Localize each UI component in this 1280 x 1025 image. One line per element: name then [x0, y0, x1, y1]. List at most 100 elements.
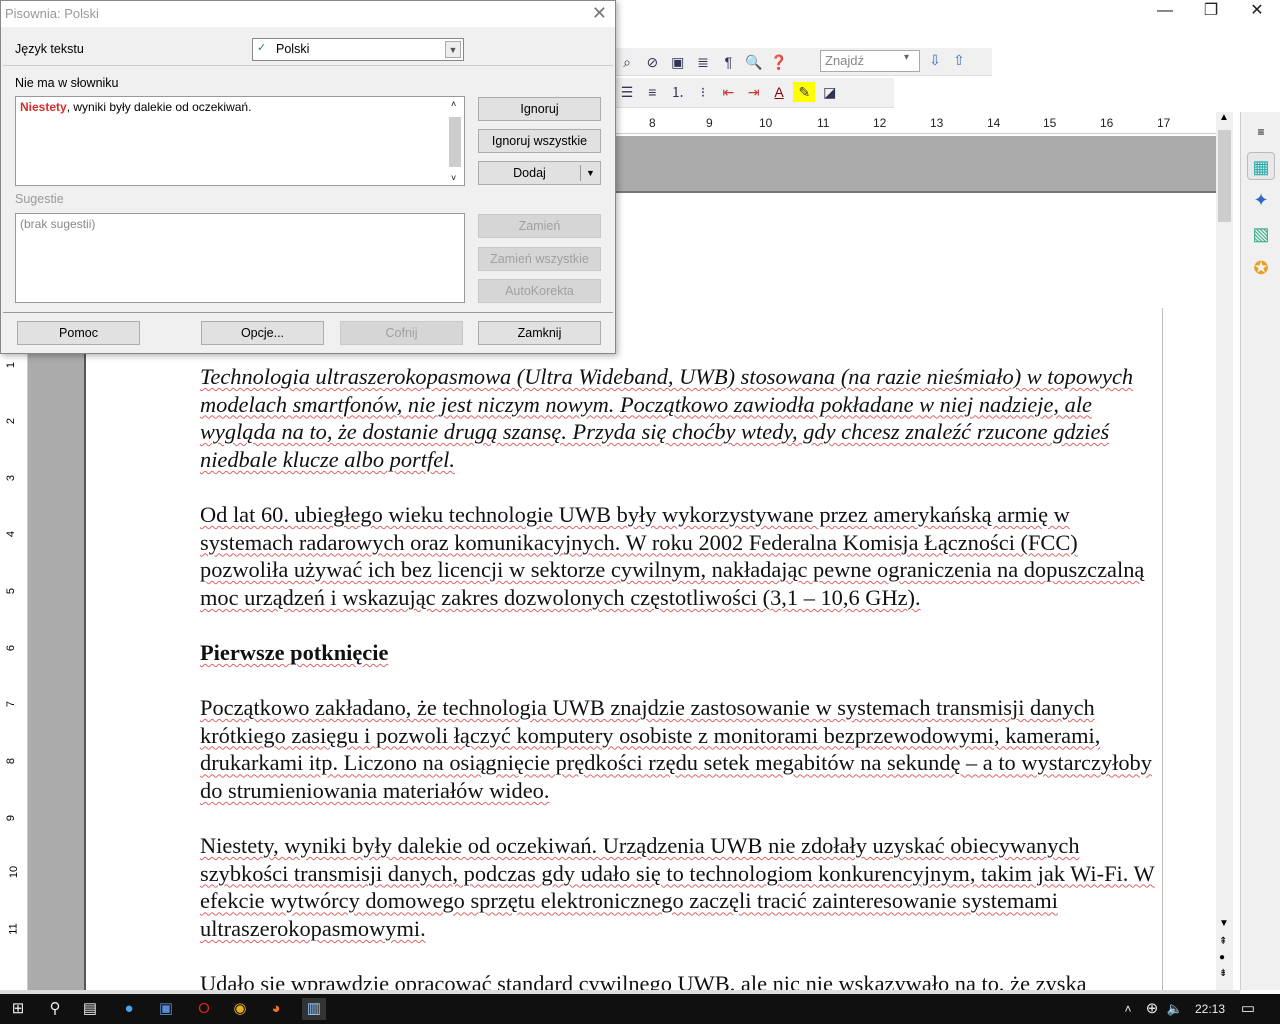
highlight-icon[interactable]: ✎ — [793, 82, 816, 102]
numbered-list-icon[interactable]: ⒈ — [667, 82, 689, 102]
vertical-scrollbar[interactable] — [1216, 112, 1233, 990]
volume-icon[interactable]: 🔈 — [1163, 998, 1187, 1020]
previous-page-icon[interactable]: ⇞ — [1219, 936, 1227, 947]
ruler-label: 2 — [5, 417, 18, 425]
ruler-label: 6 — [5, 644, 18, 652]
spelling-dialog: Pisownia: Polski ✕ Język tekstu ✓ Polski… — [0, 0, 616, 354]
paragraph[interactable]: Niestety, wyniki były dalekie od oczekiw… — [200, 832, 1162, 942]
notifications-icon[interactable]: ▭ — [1236, 998, 1260, 1020]
not-in-dictionary-label: Nie ma w słowniku — [15, 76, 119, 90]
opera-icon[interactable]: O — [192, 998, 216, 1020]
suggestions-empty: (brak sugestii) — [20, 217, 96, 231]
paragraph[interactable]: Technologia ultraszerokopasmowa (Ultra W… — [200, 363, 1162, 473]
find-replace-icon[interactable]: ⌕ — [616, 52, 638, 72]
gallery-icon[interactable]: ▣ — [667, 52, 689, 72]
start-windows-icon[interactable]: ⊞ — [6, 998, 30, 1020]
scroll-up-icon[interactable]: ▲ — [1219, 112, 1229, 123]
align-justify-icon[interactable]: ☰ — [616, 82, 638, 102]
find-previous-icon[interactable]: ⇧ — [948, 50, 970, 70]
ruler-label: 9 — [5, 814, 18, 822]
sentence-textbox[interactable]: Niestety, wyniki były dalekie od oczekiw… — [15, 96, 465, 186]
gallery-icon[interactable]: ▧ — [1247, 220, 1275, 248]
page-edge — [1162, 308, 1163, 990]
horizontal-ruler[interactable]: 8 9 10 11 12 13 14 15 16 17 — [616, 112, 1216, 134]
sentence-rest: , wyniki były dalekie od oczekiwań. — [66, 100, 252, 114]
ruler-label: 9 — [706, 116, 713, 130]
add-dropdown-icon[interactable]: ▼ — [580, 165, 600, 181]
textbox-scrollbar[interactable]: ˄ ˅ — [448, 99, 462, 183]
help-button[interactable]: Pomoc — [17, 321, 140, 345]
navigator-icon[interactable]: ✪ — [1247, 254, 1275, 282]
database-icon[interactable]: ≣ — [692, 52, 714, 72]
document-background — [616, 136, 1216, 193]
firefox-icon[interactable]: ◕ — [264, 998, 288, 1020]
zoom-icon[interactable]: 🔍 — [743, 52, 765, 72]
font-color-icon[interactable]: A — [768, 82, 790, 102]
misspelled-word: Niestety — [20, 100, 67, 114]
chrome-icon[interactable]: ◉ — [228, 998, 252, 1020]
properties-icon[interactable]: ▦ — [1247, 152, 1275, 180]
bullet-list-icon[interactable]: ⁝ — [692, 82, 714, 102]
chevron-down-icon[interactable]: ▼ — [445, 41, 461, 58]
add-label: Dodaj — [513, 166, 546, 180]
language-label: Język tekstu — [15, 42, 84, 56]
decrease-indent-icon[interactable]: ⇤ — [717, 82, 739, 102]
add-button[interactable]: Dodaj ▼ — [478, 161, 601, 185]
task-view-icon[interactable]: ▤ — [78, 998, 102, 1020]
ruler-label: 13 — [930, 116, 944, 130]
undo-button[interactable]: Cofnij — [340, 321, 463, 345]
divider — [3, 312, 613, 313]
autocorrect-button[interactable]: AutoKorekta — [478, 279, 601, 303]
dialog-close-icon[interactable]: ✕ — [592, 3, 607, 24]
align-block-icon[interactable]: ≡ — [641, 82, 663, 102]
paragraph[interactable]: Od lat 60. ubiegłego wieku technologie U… — [200, 501, 1162, 611]
styles-icon[interactable]: ✦ — [1247, 186, 1275, 214]
options-button[interactable]: Opcje... — [201, 321, 324, 345]
tray-chevron-icon[interactable]: ˄ — [1116, 998, 1140, 1020]
character-background-icon[interactable]: ◪ — [819, 82, 841, 102]
vertical-scrollbar-thumb[interactable] — [1218, 130, 1231, 222]
replace-button[interactable]: Zamień — [478, 214, 601, 238]
ruler-label: 3 — [5, 474, 18, 482]
find-next-icon[interactable]: ⇩ — [924, 50, 946, 70]
find-dropdown-chevron-icon[interactable]: ▾ — [904, 52, 909, 63]
network-icon[interactable]: ⊕ — [1140, 998, 1164, 1020]
taskbar: ⊞ ⚲ ▤ ● ▣ O ◉ ◕ ▥ ˄ ⊕ 🔈 22:13 ▭ — [0, 994, 1280, 1024]
paragraph[interactable]: Początkowo zakładano, że technologia UWB… — [200, 694, 1162, 804]
scroll-down-icon[interactable]: ▼ — [1219, 918, 1229, 929]
next-page-icon[interactable]: ⇟ — [1219, 968, 1227, 979]
libreoffice-writer-icon[interactable]: ▥ — [302, 998, 326, 1020]
restore-button[interactable]: ❐ — [1188, 0, 1234, 22]
help-icon[interactable]: ❓ — [768, 52, 790, 72]
clock[interactable]: 22:13 — [1190, 998, 1230, 1020]
formatting-toolbar: ☰ ≡ ⒈ ⁝ ⇤ ⇥ A ✎ ◪ — [616, 78, 894, 108]
formatting-marks-icon[interactable]: ¶ — [717, 52, 739, 72]
vertical-ruler[interactable]: 1 2 3 4 5 6 7 8 9 10 11 — [0, 354, 28, 990]
minimize-button[interactable]: — — [1142, 0, 1188, 22]
save-app-icon[interactable]: ▣ — [154, 998, 178, 1020]
navigate-icon[interactable]: ● — [1219, 952, 1225, 963]
language-select[interactable]: ✓ Polski ▼ — [252, 38, 464, 61]
replace-all-button[interactable]: Zamień wszystkie — [478, 247, 601, 271]
close-button[interactable]: Zamknij — [478, 321, 601, 345]
ruler-label: 7 — [5, 700, 18, 708]
ignore-button[interactable]: Ignoruj — [478, 97, 601, 121]
ruler-label: 8 — [5, 757, 18, 765]
app-icon[interactable]: ● — [117, 998, 141, 1020]
ruler-label: 16 — [1100, 116, 1114, 130]
window-controls: — ❐ ✕ — [1142, 0, 1280, 22]
suggestions-label: Sugestie — [15, 192, 64, 206]
heading[interactable]: Pierwsze potknięcie — [200, 639, 1162, 667]
close-window-button[interactable]: ✕ — [1234, 0, 1280, 22]
increase-indent-icon[interactable]: ⇥ — [743, 82, 765, 102]
ignore-all-button[interactable]: Ignoruj wszystkie — [478, 129, 601, 153]
ruler-label: 1 — [5, 361, 18, 369]
document-text[interactable]: Technologia ultraszerokopasmowa (Ultra W… — [200, 363, 1162, 1025]
navigator-icon[interactable]: ⊘ — [641, 52, 663, 72]
suggestions-list[interactable]: (brak sugestii) — [15, 213, 465, 303]
sidebar-menu-icon[interactable]: ≡ — [1247, 118, 1275, 146]
search-icon[interactable]: ⚲ — [43, 998, 67, 1020]
dialog-title: Pisownia: Polski — [1, 1, 615, 27]
ruler-label: 12 — [873, 116, 887, 130]
ruler-label: 10 — [8, 865, 21, 879]
